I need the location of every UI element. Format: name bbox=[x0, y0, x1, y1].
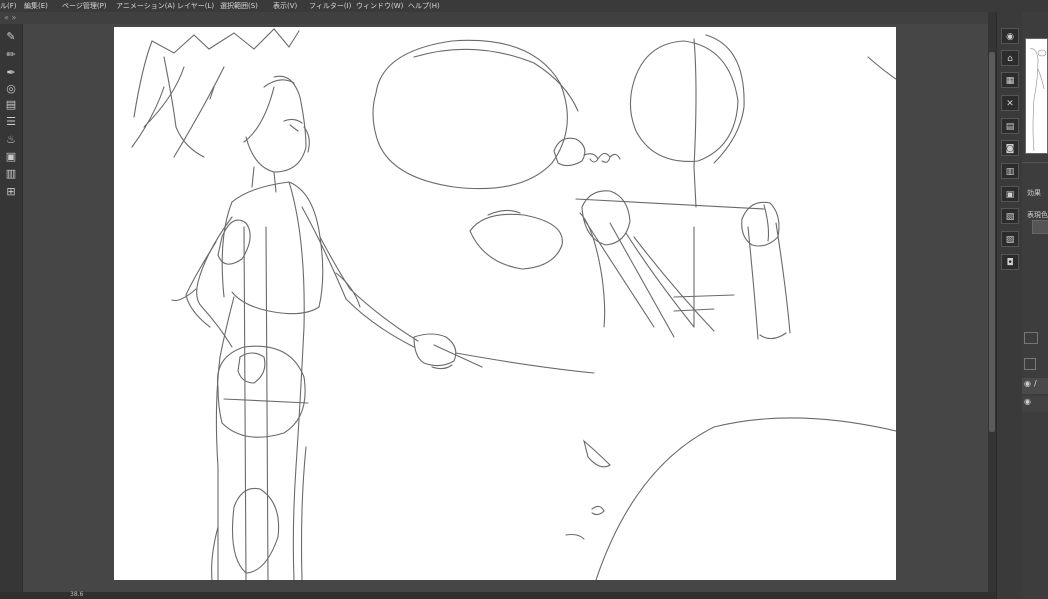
copy-icon[interactable]: ◘ bbox=[1001, 254, 1019, 270]
pencil-layer-icon[interactable]: ✏ bbox=[3, 48, 19, 62]
layer-row[interactable]: ◉ / bbox=[1022, 378, 1048, 394]
pen-icon: / bbox=[1034, 379, 1037, 388]
brush-layer-icon[interactable]: ✒ bbox=[3, 66, 19, 80]
pen-layer-icon[interactable]: ✎ bbox=[3, 30, 19, 44]
save-icon[interactable]: ▣ bbox=[1001, 186, 1019, 202]
drawing-page[interactable] bbox=[114, 27, 896, 580]
right-toolbar: ◉ ⌂ ▦ ✕ ▤ ◙ ▥ ▣ ▧ ▨ ◘ bbox=[996, 12, 1023, 599]
menu-view[interactable]: 表示(V) bbox=[273, 0, 297, 12]
delete-icon[interactable]: ✕ bbox=[1001, 95, 1019, 111]
panel-divider bbox=[1022, 162, 1048, 163]
menu-page[interactable]: ページ管理(P) bbox=[62, 0, 107, 12]
menu-file[interactable]: ル(F) bbox=[0, 0, 17, 12]
right-panel: 効果 表現色 ◉ / ◉ bbox=[1022, 12, 1048, 599]
display-color-label: 表現色 bbox=[1027, 211, 1048, 219]
camera-icon[interactable]: ◙ bbox=[1001, 140, 1019, 156]
thumbnail-sketch bbox=[1029, 48, 1047, 152]
menu-help[interactable]: ヘルプ(H) bbox=[408, 0, 440, 12]
layer-new-icon[interactable] bbox=[1024, 358, 1036, 370]
menu-window[interactable]: ウィンドウ(W) bbox=[356, 0, 403, 12]
menu-filter[interactable]: フィルター(I) bbox=[309, 0, 351, 12]
vertical-scrollbar[interactable] bbox=[988, 12, 996, 599]
grid-icon[interactable]: ⊞ bbox=[3, 185, 19, 199]
sketch-strokes bbox=[131, 28, 896, 580]
circle-tool-icon[interactable]: ◎ bbox=[3, 82, 19, 96]
navigator-thumbnail[interactable] bbox=[1025, 38, 1048, 154]
layer-stack-icon[interactable]: ☰ bbox=[3, 115, 19, 129]
layer-mode-select[interactable] bbox=[1024, 332, 1038, 344]
layer-row[interactable]: ◉ bbox=[1022, 396, 1048, 412]
panel-icon[interactable]: ▣ bbox=[3, 150, 19, 164]
menu-edit[interactable]: 編集(E) bbox=[24, 0, 48, 12]
eye-icon[interactable]: ◉ bbox=[1024, 379, 1031, 388]
collapse-left-button[interactable]: « » bbox=[4, 13, 16, 23]
zoom-readout[interactable]: 38.6 bbox=[70, 591, 83, 598]
effect-label: 効果 bbox=[1027, 189, 1041, 197]
left-toolbar: ✎ ✏ ✒ ◎ ▤ ☰ ♨ ▣ ▥ ⊞ bbox=[0, 24, 23, 599]
eye-icon[interactable]: ◉ bbox=[1024, 397, 1031, 406]
menu-selection[interactable]: 選択範囲(S) bbox=[220, 0, 258, 12]
fill-icon[interactable]: ♨ bbox=[3, 133, 19, 147]
menu-layer[interactable]: レイヤー(L) bbox=[177, 0, 214, 12]
navigator-icon[interactable]: ◉ bbox=[1001, 28, 1019, 44]
display-color-dropdown[interactable] bbox=[1032, 220, 1048, 234]
sub-toolbar: « » « » bbox=[0, 12, 1048, 24]
layer-property-icon[interactable]: ⌂ bbox=[1001, 50, 1019, 66]
layer-list-icon[interactable]: ▤ bbox=[3, 98, 19, 112]
layer-settings-icon[interactable]: ▦ bbox=[1001, 72, 1019, 88]
page-icon[interactable]: ▨ bbox=[1001, 231, 1019, 247]
book-icon[interactable]: ▧ bbox=[1001, 208, 1019, 224]
scrollbar-thumb[interactable] bbox=[989, 52, 995, 432]
menu-animation[interactable]: アニメーション(A) bbox=[116, 0, 175, 12]
folder-icon[interactable]: ▤ bbox=[1001, 118, 1019, 134]
layer-icon[interactable]: ▥ bbox=[3, 167, 19, 181]
status-bar: 38.6 bbox=[0, 591, 996, 599]
layers-icon[interactable]: ▥ bbox=[1001, 163, 1019, 179]
